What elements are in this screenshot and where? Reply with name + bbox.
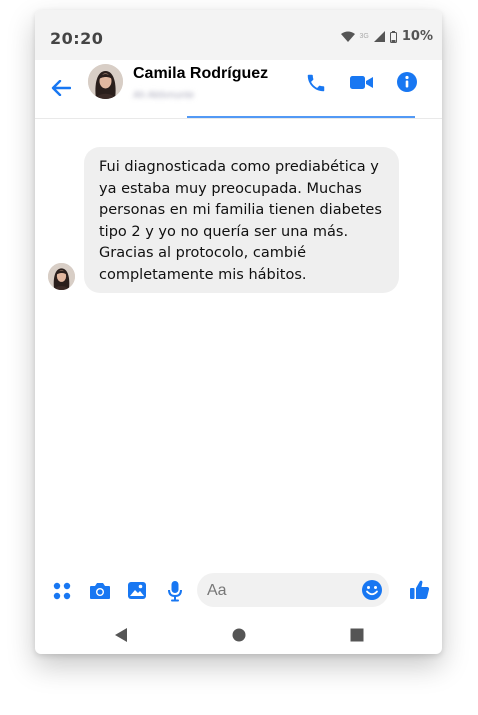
nav-home-icon[interactable] bbox=[232, 628, 246, 642]
phone-icon[interactable] bbox=[305, 72, 327, 94]
info-icon[interactable] bbox=[396, 71, 418, 93]
apps-icon[interactable] bbox=[52, 581, 72, 601]
camera-icon[interactable] bbox=[89, 581, 111, 600]
header-underline bbox=[187, 116, 415, 118]
mic-icon[interactable] bbox=[167, 580, 183, 602]
status-icons: 3G 10% bbox=[340, 29, 433, 44]
battery-icon bbox=[389, 30, 397, 43]
network-label: 3G bbox=[359, 33, 369, 40]
message-text: Fui diagnosticada como prediabética y ya… bbox=[99, 159, 382, 283]
nav-back-icon[interactable] bbox=[114, 628, 128, 642]
contact-name[interactable]: Camila Rodríguez bbox=[133, 65, 268, 83]
nav-recents-icon[interactable] bbox=[350, 628, 364, 642]
message-input[interactable]: Aa bbox=[197, 573, 389, 607]
message-bubble: Fui diagnosticada como prediabética y ya… bbox=[84, 147, 399, 293]
contact-status: Ah Aktivnunte bbox=[133, 90, 195, 101]
back-arrow-icon[interactable] bbox=[51, 80, 71, 96]
composer-bar: Aa bbox=[35, 572, 442, 612]
avatar[interactable] bbox=[88, 64, 123, 99]
system-nav-bar bbox=[35, 616, 442, 654]
chat-header: Camila Rodríguez Ah Aktivnunte bbox=[35, 60, 442, 119]
status-time: 20:20 bbox=[50, 29, 104, 48]
sender-avatar[interactable] bbox=[48, 263, 75, 290]
wifi-icon bbox=[340, 31, 355, 42]
message-input-placeholder: Aa bbox=[207, 582, 227, 599]
image-icon[interactable] bbox=[127, 581, 147, 600]
video-icon[interactable] bbox=[349, 73, 374, 92]
emoji-icon[interactable] bbox=[361, 579, 383, 601]
signal-icon bbox=[373, 31, 385, 42]
phone-screen: 20:20 3G 10% Camila Rodríguez Ah Aktivnu… bbox=[35, 10, 442, 654]
like-icon[interactable] bbox=[409, 579, 430, 600]
battery-percent: 10% bbox=[401, 29, 433, 44]
status-bar: 20:20 3G 10% bbox=[35, 10, 442, 60]
